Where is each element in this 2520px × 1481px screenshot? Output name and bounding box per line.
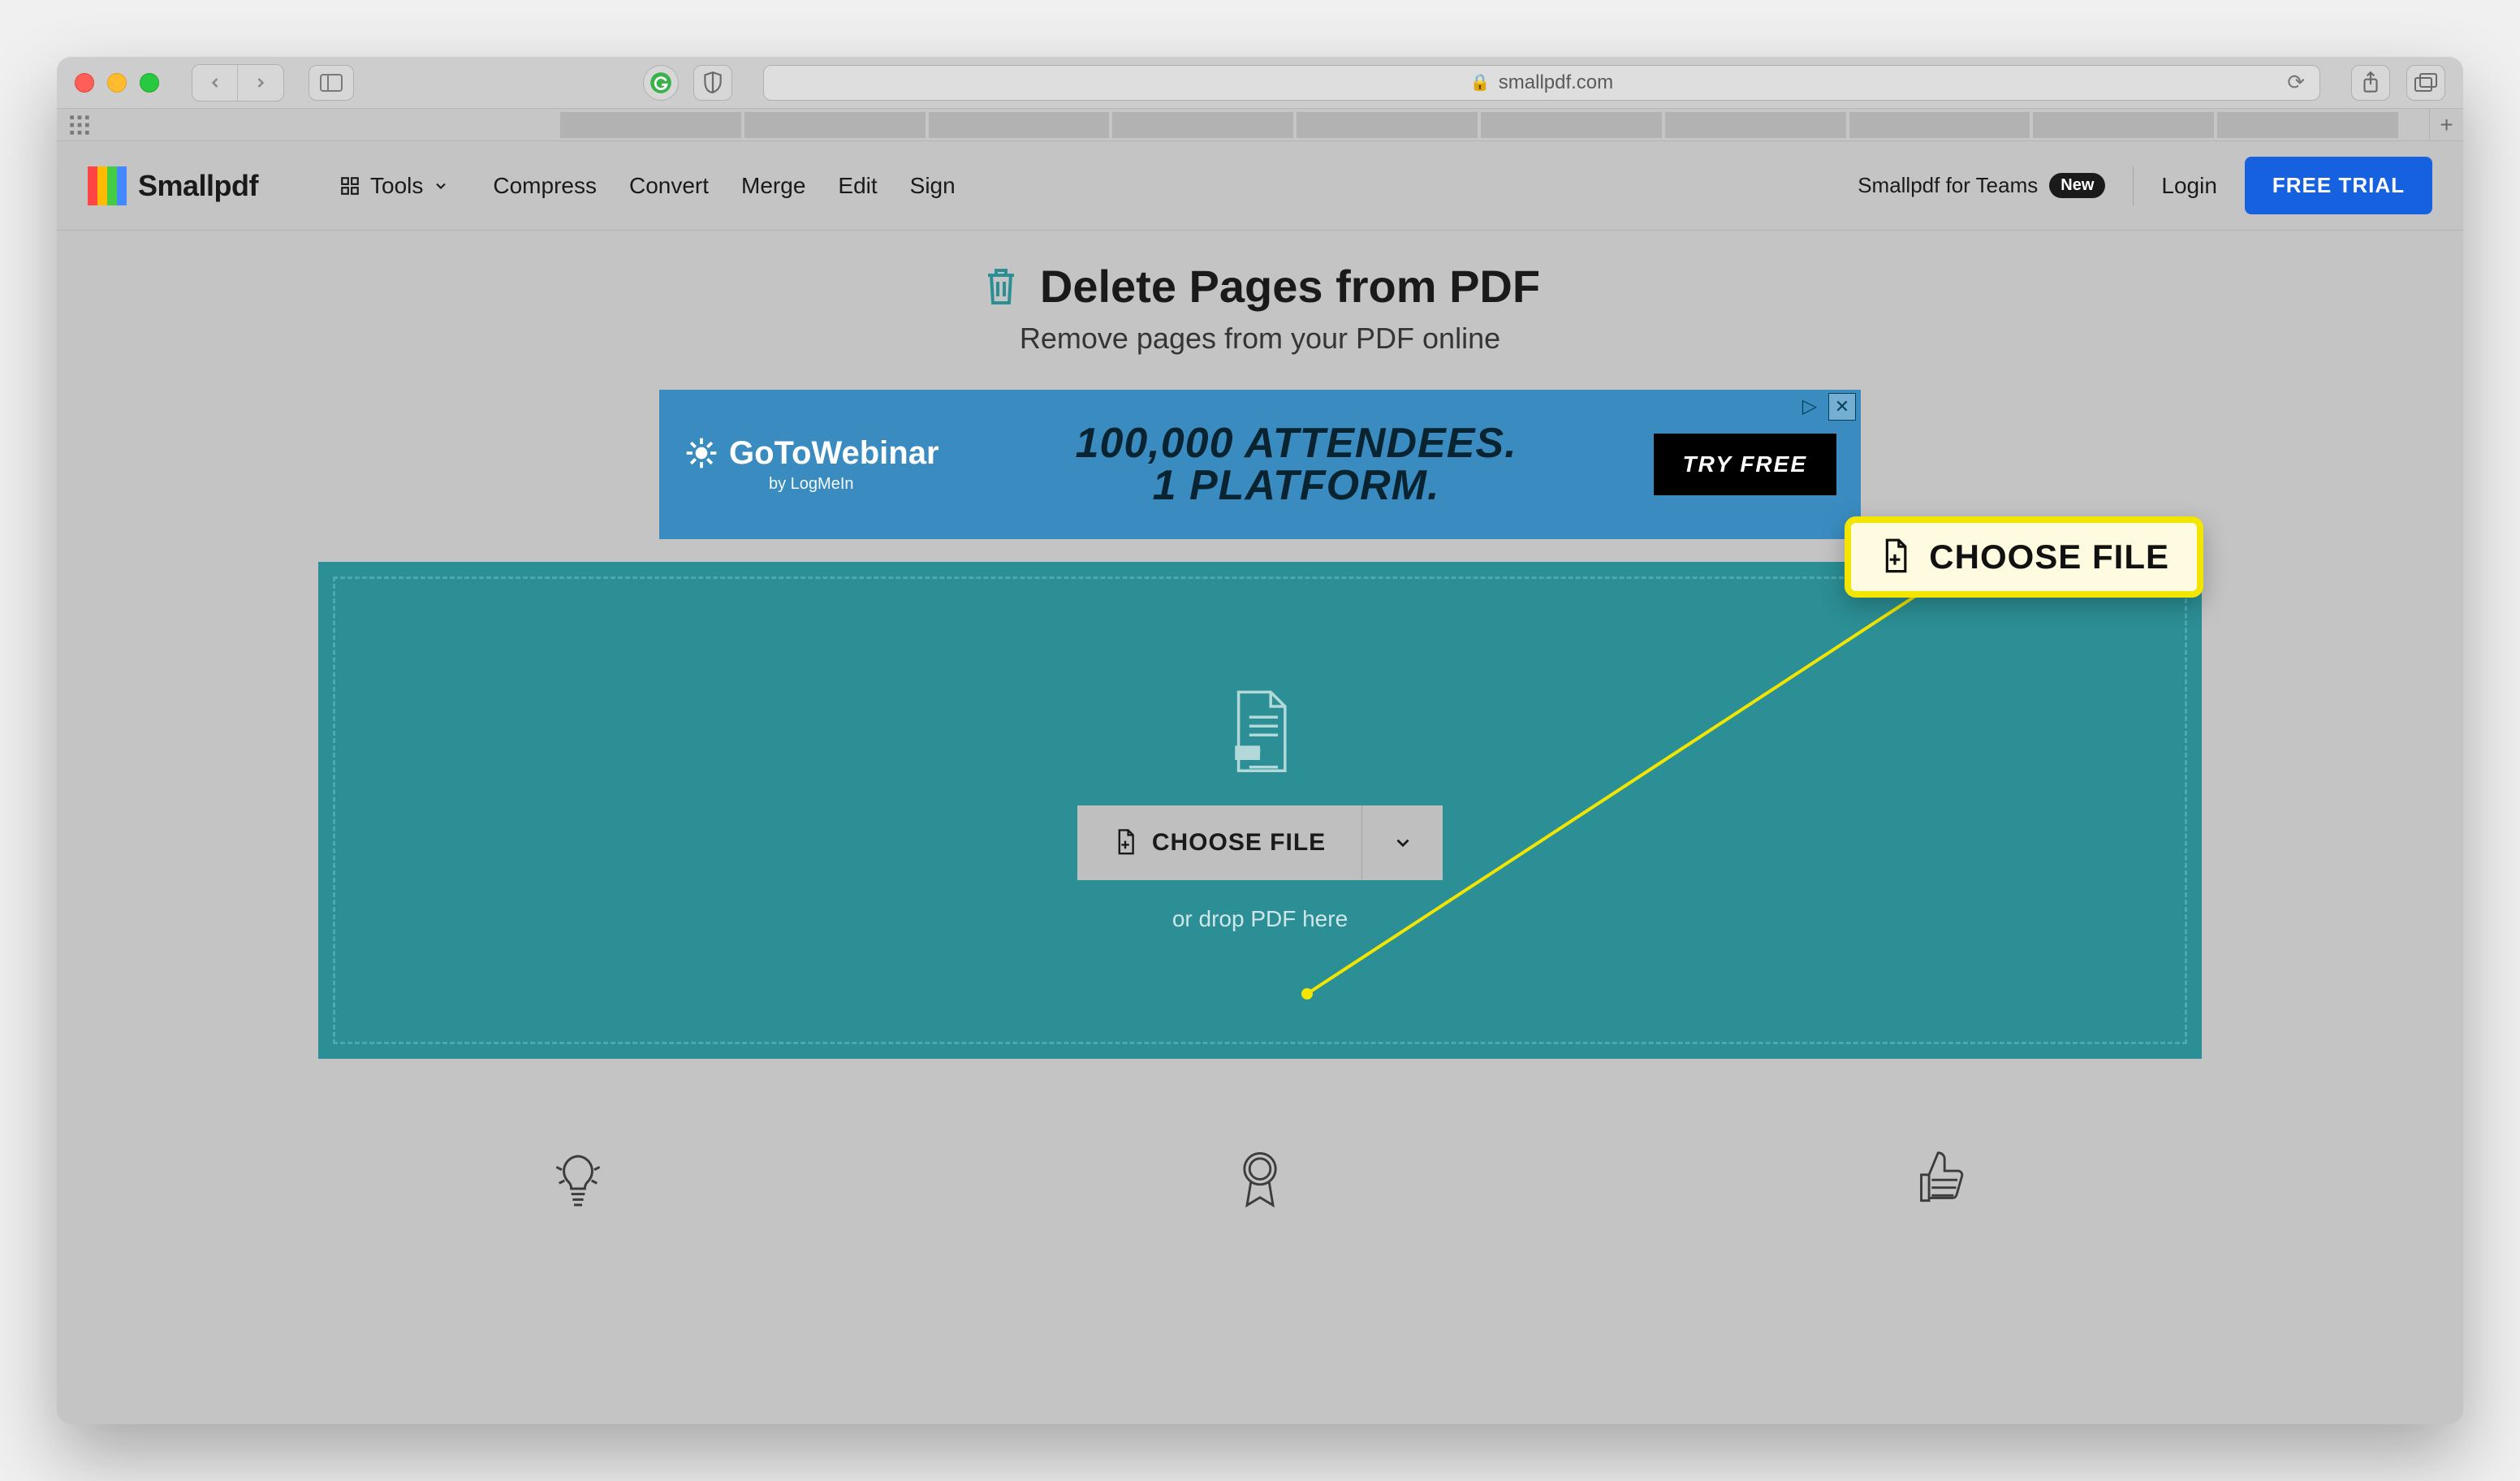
lock-icon: 🔒 (1470, 72, 1491, 93)
page-subtitle: Remove pages from your PDF online (57, 322, 2463, 356)
browser-window: 🔒 smallpdf.com ⟳ + (57, 57, 2463, 1424)
share-button[interactable] (2351, 65, 2390, 101)
browser-toolbar: 🔒 smallpdf.com ⟳ (57, 57, 2463, 109)
ad-cta-button[interactable]: TRY FREE (1654, 434, 1836, 495)
gotowebinar-icon (684, 435, 719, 471)
lightbulb-icon (550, 1148, 606, 1213)
new-tab-button[interactable]: + (2429, 109, 2463, 141)
privacy-shield-button[interactable] (693, 65, 732, 101)
tab-thumbnails (560, 112, 2398, 138)
close-window-button[interactable] (75, 73, 94, 93)
nav-link-edit[interactable]: Edit (838, 173, 877, 199)
url-text: smallpdf.com (1499, 71, 1613, 94)
ad-brand-byline: by LogMeIn (769, 475, 854, 494)
chevron-down-icon (433, 178, 449, 194)
file-add-icon (1879, 538, 1911, 576)
brand-logo[interactable]: Smallpdf (88, 166, 258, 205)
nav-link-compress[interactable]: Compress (493, 173, 597, 199)
new-badge: New (2049, 173, 2105, 198)
file-dropzone[interactable]: PDF CHOOSE FILE or drop PDF here (318, 562, 2202, 1059)
trash-icon (980, 264, 1022, 309)
login-link[interactable]: Login (2161, 173, 2217, 199)
sidebar-toggle-button[interactable] (309, 65, 354, 101)
back-button[interactable] (192, 65, 238, 101)
ad-copy: 100,000 ATTENDEES. 1 PLATFORM. (1076, 422, 1517, 507)
tab-overview-button[interactable] (2406, 65, 2445, 101)
window-controls (75, 73, 159, 93)
thumbs-up-icon (1914, 1148, 1970, 1207)
tools-label: Tools (370, 173, 423, 199)
favorites-grid-icon[interactable] (68, 114, 91, 136)
nav-link-sign[interactable]: Sign (910, 173, 956, 199)
nav-buttons (192, 64, 284, 101)
free-trial-button[interactable]: FREE TRIAL (2245, 157, 2432, 214)
dropzone-border (333, 576, 2187, 1044)
teams-label: Smallpdf for Teams (1858, 173, 2038, 198)
ad-brand-name: GoToWebinar (729, 435, 939, 472)
nav-links: Compress Convert Merge Edit Sign (493, 173, 955, 199)
ad-banner[interactable]: GoToWebinar by LogMeIn 100,000 ATTENDEES… (659, 390, 1861, 539)
minimize-window-button[interactable] (107, 73, 127, 93)
tab-strip: + (57, 109, 2463, 141)
forward-button[interactable] (238, 65, 283, 101)
benefits-row (57, 1148, 2463, 1213)
dropzone-container: PDF CHOOSE FILE or drop PDF here (318, 562, 2202, 1059)
logo-mark-icon (88, 166, 127, 205)
award-ribbon-icon (1234, 1148, 1286, 1213)
teams-link[interactable]: Smallpdf for Teams New (1858, 173, 2105, 198)
ad-info-icon[interactable]: ▷ (1796, 393, 1823, 421)
brand-name: Smallpdf (138, 169, 258, 203)
hero: Delete Pages from PDF Remove pages from … (57, 231, 2463, 364)
ad-brand: GoToWebinar by LogMeIn (684, 435, 939, 494)
address-bar[interactable]: 🔒 smallpdf.com ⟳ (763, 65, 2320, 101)
nav-link-convert[interactable]: Convert (629, 173, 709, 199)
annotation-label: CHOOSE FILE (1929, 538, 2169, 576)
site-header: Smallpdf Tools Compress Convert Merge Ed… (57, 141, 2463, 231)
divider (2133, 166, 2134, 205)
reload-button[interactable]: ⟳ (2287, 70, 2305, 95)
nav-link-merge[interactable]: Merge (741, 173, 805, 199)
page-content: Smallpdf Tools Compress Convert Merge Ed… (57, 141, 2463, 1424)
tools-dropdown[interactable]: Tools (339, 173, 449, 199)
page-title: Delete Pages from PDF (980, 260, 1540, 313)
ad-close-icon[interactable]: ✕ (1828, 393, 1856, 421)
zoom-window-button[interactable] (140, 73, 159, 93)
grid-icon (339, 175, 360, 196)
annotation-callout: CHOOSE FILE (1845, 516, 2203, 598)
extension-grammarly-icon[interactable] (643, 65, 679, 101)
